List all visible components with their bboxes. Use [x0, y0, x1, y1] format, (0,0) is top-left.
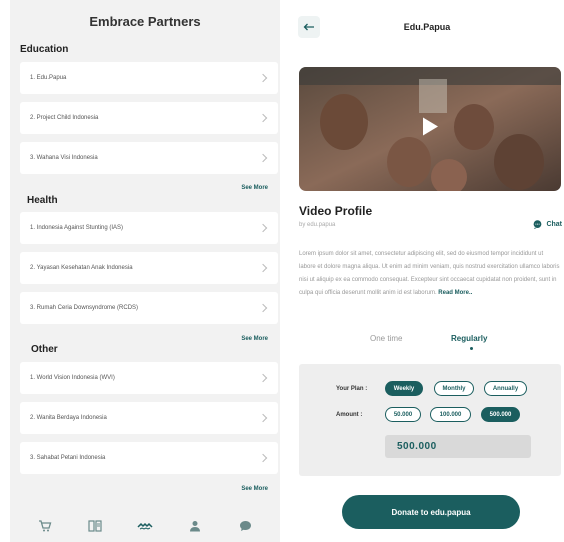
- partner-item-label: 2. Yayasan Kesehatan Anak Indonesia: [30, 265, 133, 271]
- play-icon[interactable]: [421, 117, 439, 142]
- partner-item[interactable]: 1. Edu.Papua: [20, 62, 278, 94]
- chat-icon[interactable]: [236, 519, 254, 533]
- chevron-right-icon: [258, 413, 268, 423]
- cart-icon[interactable]: [36, 519, 54, 533]
- chat-bubble-icon: [534, 220, 542, 229]
- video-profile-title: Video Profile: [299, 204, 373, 218]
- plan-monthly-button[interactable]: Monthly: [434, 381, 474, 396]
- chat-label: Chat: [546, 221, 562, 228]
- description-body: Lorem ipsum dolor sit amet, consectetur …: [299, 251, 560, 296]
- bottom-nav: [10, 510, 280, 542]
- partner-item[interactable]: 3. Wahana Visi Indonesia: [20, 142, 278, 174]
- chevron-right-icon: [258, 373, 268, 383]
- plan-weekly-button[interactable]: Weekly: [385, 381, 423, 396]
- partner-item-label: 2. Wanita Berdaya Indonesia: [30, 415, 107, 421]
- plan-panel: Your Plan : Weekly Monthly Annually Amou…: [299, 364, 561, 476]
- amount-label: Amount :: [336, 412, 363, 418]
- partner-item-label: 3. Sahabat Petani Indonesia: [30, 455, 106, 461]
- chevron-right-icon: [258, 453, 268, 463]
- amount-50000-button[interactable]: 50.000: [385, 407, 421, 422]
- hands-icon[interactable]: [136, 519, 154, 533]
- chevron-right-icon: [258, 113, 268, 123]
- section-title-education: Education: [20, 44, 69, 55]
- chevron-right-icon: [258, 223, 268, 233]
- tab-regularly[interactable]: Regularly: [451, 334, 487, 343]
- tab-one-time[interactable]: One time: [370, 334, 402, 343]
- partner-item-label: 2. Project Child Indonesia: [30, 115, 99, 121]
- partner-item-label: 3. Wahana Visi Indonesia: [30, 155, 98, 161]
- section-title-health: Health: [27, 195, 58, 206]
- chat-button[interactable]: Chat: [533, 220, 562, 229]
- description-text: Lorem ipsum dolor sit amet, consectetur …: [299, 248, 561, 300]
- chevron-right-icon: [258, 153, 268, 163]
- partners-screen: Embrace Partners Education 1. Edu.Papua …: [10, 0, 280, 542]
- book-icon[interactable]: [86, 519, 104, 533]
- amount-input[interactable]: 500.000: [385, 435, 531, 458]
- partner-item[interactable]: 2. Project Child Indonesia: [20, 102, 278, 134]
- partner-item-label: 1. Indonesia Against Stunting (IAS): [30, 225, 124, 231]
- amount-100000-button[interactable]: 100.000: [430, 407, 471, 422]
- chevron-right-icon: [258, 263, 268, 273]
- partner-item-label: 3. Rumah Ceria Downsyndrome (RCDS): [30, 305, 139, 311]
- tab-active-indicator: [470, 347, 473, 350]
- partner-item[interactable]: 2. Wanita Berdaya Indonesia: [20, 402, 278, 434]
- page-title: Embrace Partners: [89, 14, 201, 29]
- amount-500000-button[interactable]: 500.000: [481, 407, 520, 422]
- see-more-other[interactable]: See More: [241, 486, 268, 492]
- person-icon[interactable]: [186, 519, 204, 533]
- partner-item-label: 1. Edu.Papua: [30, 75, 67, 81]
- plan-label: Your Plan :: [336, 386, 368, 392]
- page-title: Edu.Papua: [403, 22, 451, 32]
- donate-button[interactable]: Donate to edu.papua: [342, 495, 520, 529]
- chevron-right-icon: [258, 73, 268, 83]
- see-more-health[interactable]: See More: [241, 336, 268, 342]
- partner-detail-screen: Edu.Papua Video Profile by edu.papua Cha…: [290, 0, 564, 542]
- see-more-education[interactable]: See More: [241, 185, 268, 191]
- partner-item[interactable]: 2. Yayasan Kesehatan Anak Indonesia: [20, 252, 278, 284]
- section-title-other: Other: [31, 344, 58, 355]
- partner-item[interactable]: 1. Indonesia Against Stunting (IAS): [20, 212, 278, 244]
- read-more-link[interactable]: Read More..: [438, 290, 472, 296]
- screens: Embrace Partners Education 1. Edu.Papua …: [0, 0, 564, 542]
- partner-item[interactable]: 1. World Vision Indonesia (WVI): [20, 362, 278, 394]
- chevron-right-icon: [258, 303, 268, 313]
- partner-item[interactable]: 3. Rumah Ceria Downsyndrome (RCDS): [20, 292, 278, 324]
- video-player[interactable]: [299, 67, 561, 191]
- plan-annually-button[interactable]: Annually: [484, 381, 527, 396]
- partner-item[interactable]: 3. Sahabat Petani Indonesia: [20, 442, 278, 474]
- partner-item-label: 1. World Vision Indonesia (WVI): [30, 375, 115, 381]
- author-byline: by edu.papua: [299, 222, 336, 228]
